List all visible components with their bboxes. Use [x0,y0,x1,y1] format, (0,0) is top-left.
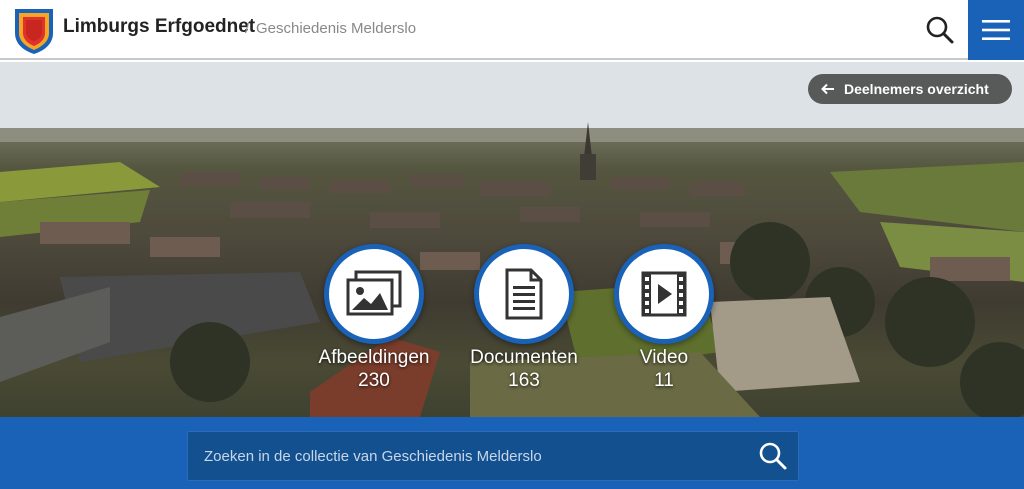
category-documents-label: Documenten [470,347,578,368]
category-video-label: Video [639,347,689,368]
search-icon [926,16,954,44]
search-icon [759,442,787,470]
category-images[interactable]: Afbeeldingen 230 [309,244,439,392]
logo-icon[interactable] [13,5,55,55]
arrow-left-icon [821,83,834,95]
collection-search-box [187,431,799,481]
collection-search-submit-button[interactable] [748,432,798,480]
participants-overview-label: Deelnemers overzicht [844,81,989,97]
category-documents-count: 163 [508,370,540,391]
hero-banner: Deelnemers overzicht Afbeeldingen 230 Do… [0,62,1024,417]
site-name[interactable]: Limburgs Erfgoednet [63,16,255,38]
images-icon [346,270,402,316]
category-video[interactable]: Video 11 [599,244,729,392]
hamburger-menu-icon [982,20,1010,40]
category-images-label: Afbeeldingen [318,347,430,368]
video-icon [641,271,687,317]
breadcrumb-separator: / [245,20,250,37]
site-header: Limburgs Erfgoednet / Geschiedenis Melde… [0,0,1024,60]
category-video-circle [614,244,714,344]
breadcrumb-collection[interactable]: Geschiedenis Melderslo [256,20,416,37]
category-documents-circle [474,244,574,344]
participants-overview-button[interactable]: Deelnemers overzicht [808,74,1012,104]
category-video-count: 11 [654,370,674,391]
collection-search-input[interactable] [188,432,748,480]
category-documents[interactable]: Documenten 163 [459,244,589,392]
category-images-count: 230 [358,370,390,391]
menu-button[interactable] [968,0,1024,60]
category-images-circle [324,244,424,344]
collection-search-bar [0,417,1024,489]
header-search-button[interactable] [914,0,966,60]
document-icon [505,268,543,320]
